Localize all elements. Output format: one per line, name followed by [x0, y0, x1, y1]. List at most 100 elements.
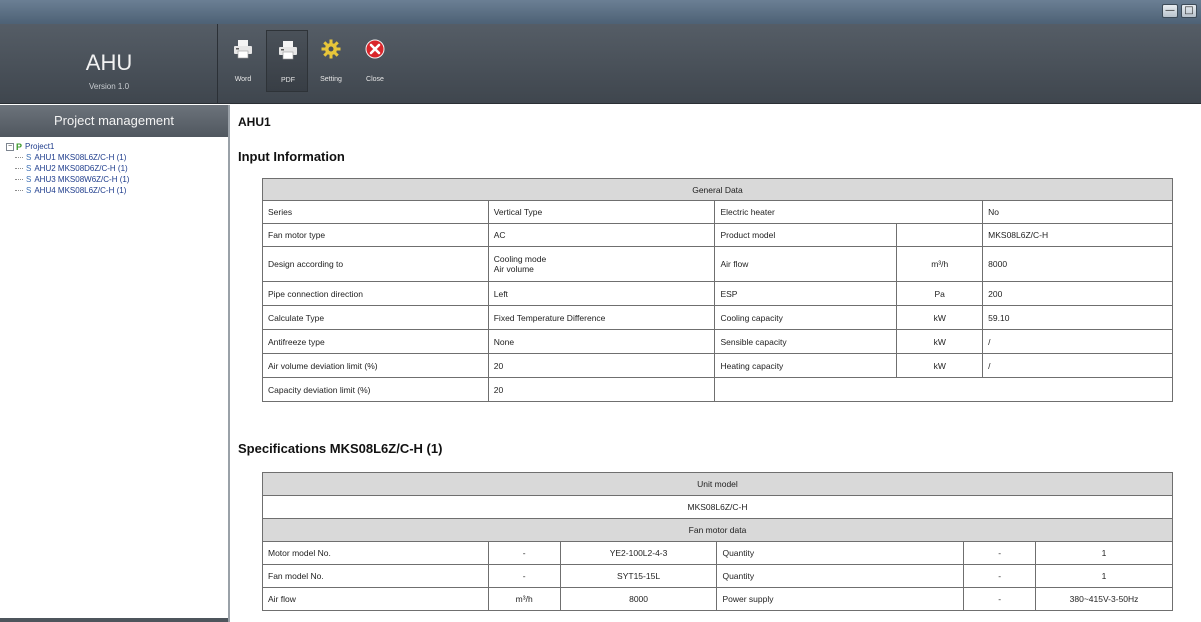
- table-row: Motor model No. - YE2-100L2-4-3 Quantity…: [262, 541, 1173, 565]
- cell-value: MKS08L6Z/C-H: [982, 223, 1173, 247]
- ahu-unit-icon: Ѕ: [26, 153, 32, 162]
- table-row: Air volume deviation limit (%) 20 Heatin…: [262, 353, 1173, 378]
- cell-unit: [896, 223, 984, 247]
- sidebar-title: Project management: [0, 105, 228, 137]
- cell-unit: -: [487, 541, 561, 565]
- cell-label: Pipe connection direction: [262, 281, 489, 306]
- cell-label: Fan motor type: [262, 223, 489, 247]
- cell-label: Quantity: [716, 541, 965, 565]
- cell-label: Fan model No.: [262, 564, 489, 588]
- cell-value: No: [982, 200, 1173, 224]
- cell-value: Fixed Temperature Difference: [487, 305, 716, 330]
- project-tree: − P Project1 Ѕ AHU1 MKS08L6Z/C-H (1) Ѕ A…: [0, 137, 228, 196]
- cell-unit: kW: [896, 353, 984, 378]
- table-row: Design according to Cooling mode Air vol…: [262, 246, 1173, 282]
- close-label: Close: [366, 76, 384, 83]
- report-title: AHU1: [238, 115, 271, 129]
- cell-label: Design according to: [262, 246, 489, 282]
- window-controls: — □: [1162, 4, 1197, 18]
- cell-value: 20: [487, 353, 716, 378]
- tree-item-label: AHU3 MKS08W6Z/C-H (1): [34, 175, 130, 184]
- table-row: Pipe connection direction Left ESP Pa 20…: [262, 281, 1173, 306]
- table-row: Air flow m³/h 8000 Power supply - 380~41…: [262, 587, 1173, 611]
- word-export-button[interactable]: Word: [222, 30, 264, 92]
- cell-value: None: [487, 329, 716, 354]
- cell-unit: kW: [896, 305, 984, 330]
- cell-unit: -: [963, 541, 1037, 565]
- cell-label: Product model: [714, 223, 898, 247]
- cell-value: 380~415V-3-50Hz: [1035, 587, 1173, 611]
- table-row: Series Vertical Type Electric heater No: [262, 200, 1173, 224]
- setting-button[interactable]: Setting: [310, 30, 352, 92]
- cell-value: YE2-100L2-4-3: [559, 541, 718, 565]
- table-row: Fan model No. - SYT15-15L Quantity - 1: [262, 564, 1173, 588]
- tree-item-label: AHU4 MKS08L6Z/C-H (1): [34, 186, 127, 195]
- cell-value: 8000: [982, 246, 1173, 282]
- app-name: AHU: [85, 50, 133, 75]
- tree-item-label: AHU2 MKS08D6Z/C-H (1): [34, 164, 128, 173]
- tree-item-label: AHU1 MKS08L6Z/C-H (1): [34, 153, 127, 162]
- cell-unit: kW: [896, 329, 984, 354]
- close-circle-icon: [365, 39, 385, 59]
- cell-label: Air flow: [262, 587, 489, 611]
- general-data-table: General Data Series Vertical Type Electr…: [262, 178, 1173, 402]
- cell-label: Antifreeze type: [262, 329, 489, 354]
- setting-label: Setting: [320, 76, 342, 83]
- printer-icon: [279, 41, 297, 60]
- cell-label: Calculate Type: [262, 305, 489, 330]
- cell-value: 1: [1035, 541, 1173, 565]
- cell-empty: [714, 377, 1173, 402]
- cell-label: Motor model No.: [262, 541, 489, 565]
- cell-value: 20: [487, 377, 716, 402]
- collapse-icon[interactable]: −: [6, 142, 14, 151]
- toolbar: Word PDF Setting Close: [222, 30, 396, 92]
- fan-motor-header: Fan motor data: [262, 518, 1173, 542]
- sidebar-footer: [0, 618, 228, 622]
- table-row: Antifreeze type None Sensible capacity k…: [262, 329, 1173, 354]
- unit-model-value: MKS08L6Z/C-H: [262, 495, 1173, 519]
- cell-label: Power supply: [716, 587, 965, 611]
- cell-label: Air volume deviation limit (%): [262, 353, 489, 378]
- app-logo: AHU Version 1.0: [0, 24, 218, 104]
- cell-label: Capacity deviation limit (%): [262, 377, 489, 402]
- tree-item-ahu2[interactable]: Ѕ AHU2 MKS08D6Z/C-H (1): [6, 163, 228, 174]
- report-view[interactable]: AHU1 Input Information General Data Seri…: [232, 105, 1201, 622]
- cell-label: Series: [262, 200, 489, 224]
- maximize-button[interactable]: □: [1181, 4, 1197, 18]
- cell-value: 59.10: [982, 305, 1173, 330]
- close-button[interactable]: Close: [354, 30, 396, 92]
- table-row: Calculate Type Fixed Temperature Differe…: [262, 305, 1173, 330]
- cell-label: Heating capacity: [714, 353, 898, 378]
- cell-label: ESP: [714, 281, 898, 306]
- spec-section-title: Specifications MKS08L6Z/C-H (1): [238, 441, 443, 456]
- printer-icon: [234, 40, 252, 59]
- input-section-title: Input Information: [238, 149, 345, 164]
- cell-value: /: [982, 353, 1173, 378]
- spec-table: Unit model MKS08L6Z/C-H Fan motor data M…: [262, 472, 1173, 611]
- minimize-button[interactable]: —: [1162, 4, 1178, 18]
- tree-item-project[interactable]: − P Project1: [6, 141, 228, 152]
- cell-value: 1: [1035, 564, 1173, 588]
- cell-value: 8000: [559, 587, 718, 611]
- project-icon: P: [16, 141, 23, 152]
- unit-model-header: Unit model: [262, 472, 1173, 496]
- gear-icon: [321, 39, 341, 59]
- pdf-label: PDF: [281, 77, 295, 84]
- sidebar: Project management − P Project1 Ѕ AHU1 M…: [0, 105, 230, 622]
- general-data-header: General Data: [262, 178, 1173, 201]
- cell-unit: -: [963, 564, 1037, 588]
- pdf-export-button[interactable]: PDF: [266, 30, 308, 92]
- ahu-unit-icon: Ѕ: [26, 186, 32, 195]
- table-row: Fan motor type AC Product model MKS08L6Z…: [262, 223, 1173, 247]
- cell-value: 200: [982, 281, 1173, 306]
- cell-unit: m³/h: [487, 587, 561, 611]
- tree-item-ahu3[interactable]: Ѕ AHU3 MKS08W6Z/C-H (1): [6, 174, 228, 185]
- tree-item-ahu4[interactable]: Ѕ AHU4 MKS08L6Z/C-H (1): [6, 185, 228, 196]
- cell-label: Quantity: [716, 564, 965, 588]
- cell-label: Sensible capacity: [714, 329, 898, 354]
- tree-item-ahu1[interactable]: Ѕ AHU1 MKS08L6Z/C-H (1): [6, 152, 228, 163]
- cell-label: Electric heater: [714, 200, 984, 224]
- project-label: Project1: [25, 142, 55, 151]
- cell-unit: Pa: [896, 281, 984, 306]
- app-version: Version 1.0: [88, 82, 130, 91]
